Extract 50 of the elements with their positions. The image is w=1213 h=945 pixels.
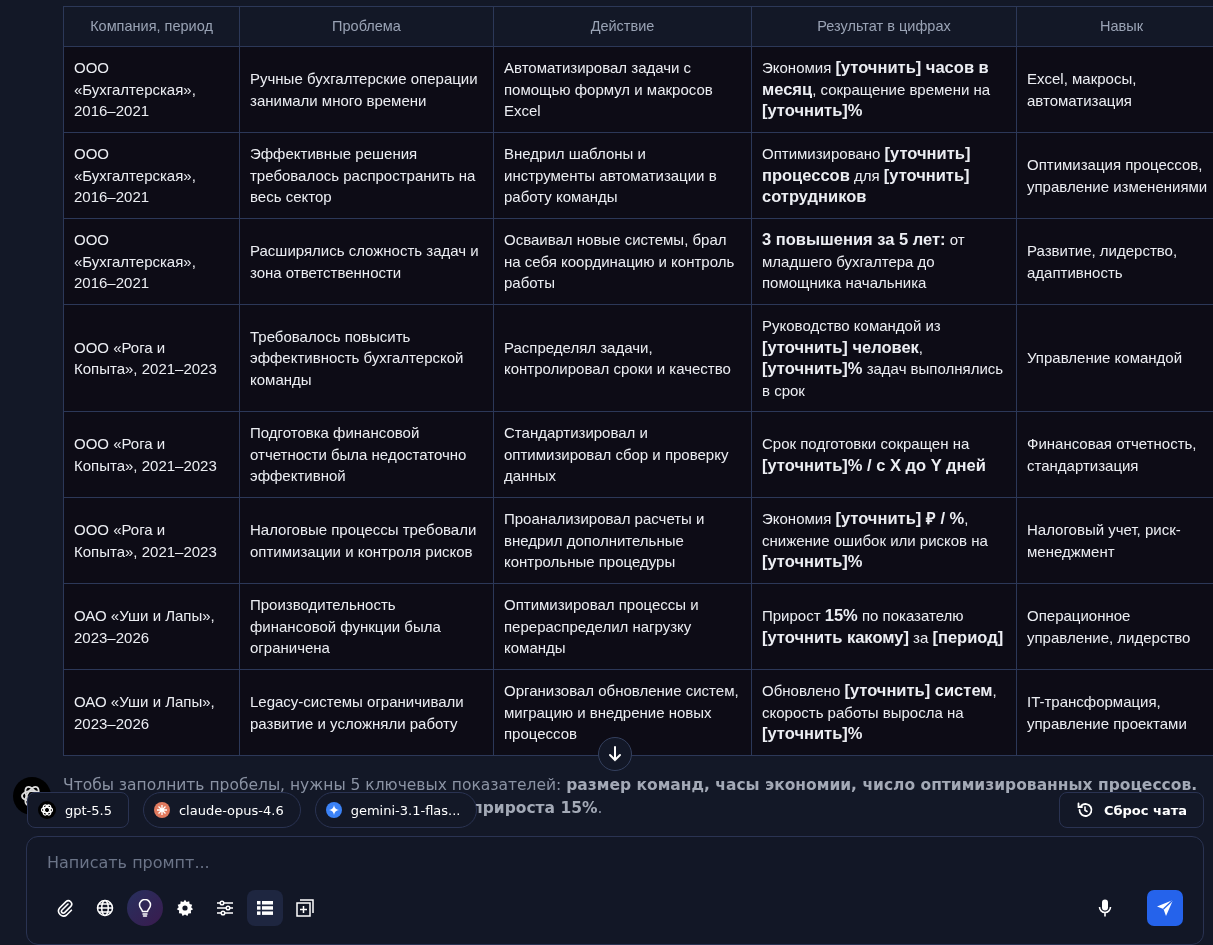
table-cell: ООО «Рога и Копыта», 2021–2023 xyxy=(63,497,240,584)
table-cell: Ручные бухгалтерские операции занимали много времени xyxy=(239,46,494,133)
table-cell: Распределял задачи, контролировал сроки и качество xyxy=(493,304,752,412)
table-cell: Производительность финансовой функции была ограничена xyxy=(239,583,494,670)
table-cell: Развитие, лидерство, адаптивность xyxy=(1016,218,1213,305)
table-cell: Стандартизировал и оптимизировал сбор и проверку данных xyxy=(493,411,752,498)
table-cell: Требовалось повысить эффективность бухгалтерской команды xyxy=(239,304,494,412)
column-header: Навык xyxy=(1016,6,1213,47)
table-cell: ООО «Бухгалтерская», 2016–2021 xyxy=(63,132,240,219)
table-cell: Финансовая отчетность, стандартизация xyxy=(1016,411,1213,498)
table-cell: Автоматизировал задачи с помощью формул и макросов Excel xyxy=(493,46,752,133)
table-cell: Операционное управление, лидерство xyxy=(1016,583,1213,670)
column-header: Проблема xyxy=(239,6,494,47)
table-cell: Срок подготовки сокращен на [уточнить]% / с X до Y дней xyxy=(751,411,1017,498)
table-cell: Экономия [уточнить] ₽ / %, снижение ошибок или рисков на [уточнить]% xyxy=(751,497,1017,584)
table-cell: Управление командой xyxy=(1016,304,1213,412)
column-header: Действие xyxy=(493,6,752,47)
table-cell: ОАО «Уши и Лапы», 2023–2026 xyxy=(63,669,240,756)
table-cell: ООО «Бухгалтерская», 2016–2021 xyxy=(63,46,240,133)
reset-chat-button[interactable]: Сброс чата xyxy=(1058,792,1204,828)
model-chip[interactable]: claude-opus-4.6 xyxy=(142,792,301,828)
table-cell: Руководство командой из [уточнить] человек, [уточнить]% задач выполнялись в срок xyxy=(751,304,1017,412)
table-cell: Оптимизация процессов, управление изменениями xyxy=(1016,132,1213,219)
table-cell: Внедрил шаблоны и инструменты автоматизации в работу команды xyxy=(493,132,752,219)
table-cell: Налоговый учет, риск-менеджмент xyxy=(1016,497,1213,584)
table-cell: Оптимизировано [уточнить] процессов для [уточнить] сотрудников xyxy=(751,132,1017,219)
table-cell: Проанализировал расчеты и внедрил дополнительные контрольные процедуры xyxy=(493,497,752,584)
table-cell: ООО «Рога и Копыта», 2021–2023 xyxy=(63,304,240,412)
table-cell: IT-трансформация, управление проектами xyxy=(1016,669,1213,756)
table-cell: Подготовка финансовой отчетности была недостаточно эффективной xyxy=(239,411,494,498)
table-cell: Обновлено [уточнить] систем, скорость работы выросла на [уточнить]% xyxy=(751,669,1017,756)
table-cell: ООО «Рога и Копыта», 2021–2023 xyxy=(63,411,240,498)
message-text: Чтобы заполнить пробелы, нужны 5 ключевых показателей: размер команд, часы экономии, число оптимизированных процессов. xyxy=(63,776,1198,794)
table-cell: ОАО «Уши и Лапы», 2023–2026 xyxy=(63,583,240,670)
table-cell: Excel, макросы, автоматизация xyxy=(1016,46,1213,133)
table-cell: Налоговые процессы требовали оптимизации и контроля рисков xyxy=(239,497,494,584)
table-cell: Осваивал новые системы, брал на себя координацию и контроль работы xyxy=(493,218,752,305)
table-cell: Legacy-системы ограничивали развитие и усложняли работу xyxy=(239,669,494,756)
table-cell: Прирост 15% по показателю [уточнить какому] за [период] xyxy=(751,583,1017,670)
table-cell: Расширялись сложность задач и зона ответственности xyxy=(239,218,494,305)
table-cell: Экономия [уточнить] часов в месяц, сокращение времени на [уточнить]% xyxy=(751,46,1017,133)
table-cell: Организовал обновление систем, миграцию и внедрение новых процессов xyxy=(493,669,752,756)
column-header: Компания, период xyxy=(63,6,240,47)
table-cell: 3 повышения за 5 лет: от младшего бухгалтера до помощника начальника xyxy=(751,218,1017,305)
table-cell: Эффективные решения требовалось распространить на весь сектор xyxy=(239,132,494,219)
table-cell: Оптимизировал процессы и перераспределил нагрузку команды xyxy=(493,583,752,670)
column-header: Результат в цифрах xyxy=(751,6,1017,47)
table-cell: ООО «Бухгалтерская», 2016–2021 xyxy=(63,218,240,305)
prompt-input[interactable]: Написать промпт... xyxy=(47,849,729,877)
model-chip[interactable]: gpt-5.5 xyxy=(27,792,129,828)
